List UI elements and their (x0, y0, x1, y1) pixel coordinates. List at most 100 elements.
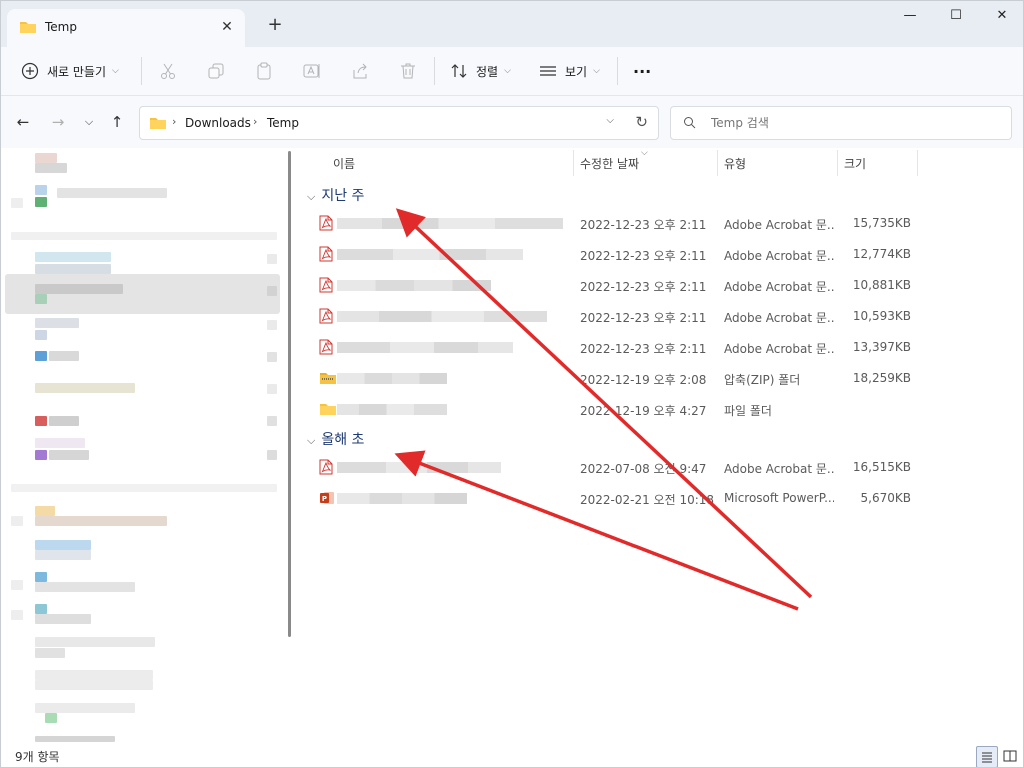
file-row[interactable]: 2022-12-23 오후 2:11 Adobe Acrobat 문... 12,7… (313, 240, 915, 268)
file-type: Adobe Acrobat 문... (724, 462, 834, 476)
breadcrumb-temp[interactable]: Temp (267, 116, 299, 130)
file-size: 5,670KB (860, 491, 911, 505)
address-row: ← → ⌵ ↑ › Downloads › Temp ⌵ ↻ (1, 96, 1023, 148)
group-header-earlier-this-year[interactable]: ⌵ 올해 초 (307, 429, 364, 449)
sort-chevron-icon: ⌵ (641, 148, 648, 158)
maximize-button[interactable]: ☐ (933, 1, 979, 33)
new-button-label: 새로 만들기 (47, 64, 107, 79)
search-input[interactable] (709, 113, 1003, 133)
new-button[interactable]: 새로 만들기 ⌵ (21, 55, 119, 87)
file-type: 파일 폴더 (724, 404, 772, 418)
column-header-type[interactable]: 유형 (724, 155, 746, 172)
more-options-button[interactable]: ··· (633, 55, 651, 87)
folder-icon (319, 401, 337, 420)
view-button-label: 보기 (565, 64, 588, 79)
column-header-name[interactable]: 이름 (333, 155, 355, 172)
recent-locations-button[interactable]: ⌵ (78, 112, 100, 134)
column-header-size[interactable]: 크기 (844, 155, 866, 172)
file-modified: 2022-12-19 오후 2:08 (580, 373, 707, 387)
file-modified: 2022-12-23 오후 2:11 (580, 280, 707, 294)
file-name-redacted (337, 462, 501, 473)
tab-title: Temp (45, 20, 77, 34)
trash-icon (401, 63, 415, 79)
chevron-down-icon: ⌵ (112, 66, 119, 76)
file-row[interactable]: 2022-12-19 오후 4:27 파일 폴더 (313, 395, 915, 423)
share-icon (353, 63, 367, 79)
chevron-down-icon: ⌵ (307, 190, 316, 203)
file-modified: 2022-12-23 오후 2:11 (580, 249, 707, 263)
sidebar-item-selected[interactable] (5, 274, 280, 314)
file-row[interactable]: 2022-12-23 오후 2:11 Adobe Acrobat 문... 10,5… (313, 302, 915, 330)
file-name-redacted (337, 249, 523, 260)
back-button[interactable]: ← (12, 112, 34, 134)
file-size: 12,774KB (852, 247, 911, 261)
close-window-button[interactable]: ✕ (979, 1, 1023, 33)
column-divider[interactable] (837, 150, 838, 176)
folder-icon (149, 115, 167, 134)
file-row[interactable]: P 2022-02-21 오전 10:18 Microsoft PowerP... 5… (313, 484, 915, 512)
share-button[interactable] (351, 55, 369, 87)
column-header-modified[interactable]: 수정한 날짜 (580, 155, 639, 172)
refresh-icon[interactable]: ↻ (635, 113, 648, 131)
chevron-down-icon: ⌵ (307, 434, 316, 447)
file-explorer-window: Temp ✕ + — ☐ ✕ 새로 만들기 ⌵ 정렬 ⌵ 보기 ⌵ ··· ← … (0, 0, 1024, 768)
pdf-icon (319, 277, 333, 296)
address-bar[interactable]: › Downloads › Temp ⌵ ↻ (139, 106, 659, 140)
file-type: Microsoft PowerP... (724, 491, 834, 505)
file-type: Adobe Acrobat 문... (724, 311, 834, 325)
file-modified: 2022-12-23 오후 2:11 (580, 342, 707, 356)
column-divider[interactable] (573, 150, 574, 176)
file-name-redacted (337, 493, 467, 504)
command-bar: 새로 만들기 ⌵ 정렬 ⌵ 보기 ⌵ ··· (1, 47, 1023, 96)
file-row[interactable]: 2022-12-23 오후 2:11 Adobe Acrobat 문... 10,8… (313, 271, 915, 299)
file-name-redacted (337, 280, 491, 291)
group-header-last-week[interactable]: ⌵ 지난 주 (307, 185, 364, 205)
up-button[interactable]: ↑ (106, 112, 128, 134)
sidebar-scrollbar[interactable] (288, 151, 291, 637)
file-modified: 2022-07-08 오전 9:47 (580, 462, 707, 476)
column-divider[interactable] (917, 150, 918, 176)
column-divider[interactable] (717, 150, 718, 176)
copy-button[interactable] (207, 55, 225, 87)
file-type: Adobe Acrobat 문... (724, 280, 834, 294)
rename-icon (303, 64, 320, 78)
sort-button[interactable]: 정렬 ⌵ (450, 55, 511, 87)
pptx-icon: P (319, 490, 335, 509)
toolbar-divider (617, 57, 618, 85)
search-box[interactable] (670, 106, 1012, 140)
paste-button[interactable] (255, 55, 273, 87)
file-size: 16,515KB (852, 460, 911, 474)
forward-button[interactable]: → (47, 112, 69, 134)
chevron-down-icon: ⌵ (593, 66, 600, 76)
delete-button[interactable] (399, 55, 417, 87)
file-modified: 2022-02-21 오전 10:18 (580, 493, 715, 507)
group-label: 지난 주 (321, 188, 365, 204)
file-type: Adobe Acrobat 문... (724, 249, 834, 263)
navigation-pane[interactable] (1, 148, 298, 744)
new-tab-button[interactable]: + (263, 14, 287, 38)
pdf-icon (319, 459, 333, 478)
file-row[interactable]: 2022-07-08 오전 9:47 Adobe Acrobat 문... 16,5… (313, 453, 915, 481)
tab-close-icon[interactable]: ✕ (217, 17, 237, 37)
file-modified: 2022-12-19 오후 4:27 (580, 404, 707, 418)
rename-button[interactable] (303, 55, 321, 87)
status-bar: 9개 항목 (1, 744, 1023, 767)
details-view-button[interactable] (976, 746, 998, 767)
file-row[interactable]: 2022-12-23 오후 2:11 Adobe Acrobat 문... 13,3… (313, 333, 915, 361)
sort-button-label: 정렬 (476, 64, 499, 79)
file-name-redacted (337, 373, 447, 384)
minimize-button[interactable]: — (887, 1, 933, 33)
file-row[interactable]: 2022-12-19 오후 2:08 압축(ZIP) 폴더 18,259KB (313, 364, 915, 392)
file-row[interactable]: 2022-12-23 오후 2:11 Adobe Acrobat 문... 15,7… (313, 209, 915, 237)
file-name-redacted (337, 404, 447, 415)
folder-icon (19, 19, 37, 38)
file-size: 15,735KB (852, 216, 911, 230)
breadcrumb-downloads[interactable]: Downloads (185, 116, 251, 130)
chevron-down-icon[interactable]: ⌵ (606, 115, 614, 126)
tab-temp[interactable]: Temp ✕ (7, 9, 245, 47)
tiles-view-button[interactable] (1000, 746, 1020, 766)
view-button[interactable]: 보기 ⌵ (539, 55, 600, 87)
zip-folder-icon (319, 370, 337, 389)
cut-button[interactable] (159, 55, 177, 87)
chevron-right-icon: › (172, 115, 177, 128)
